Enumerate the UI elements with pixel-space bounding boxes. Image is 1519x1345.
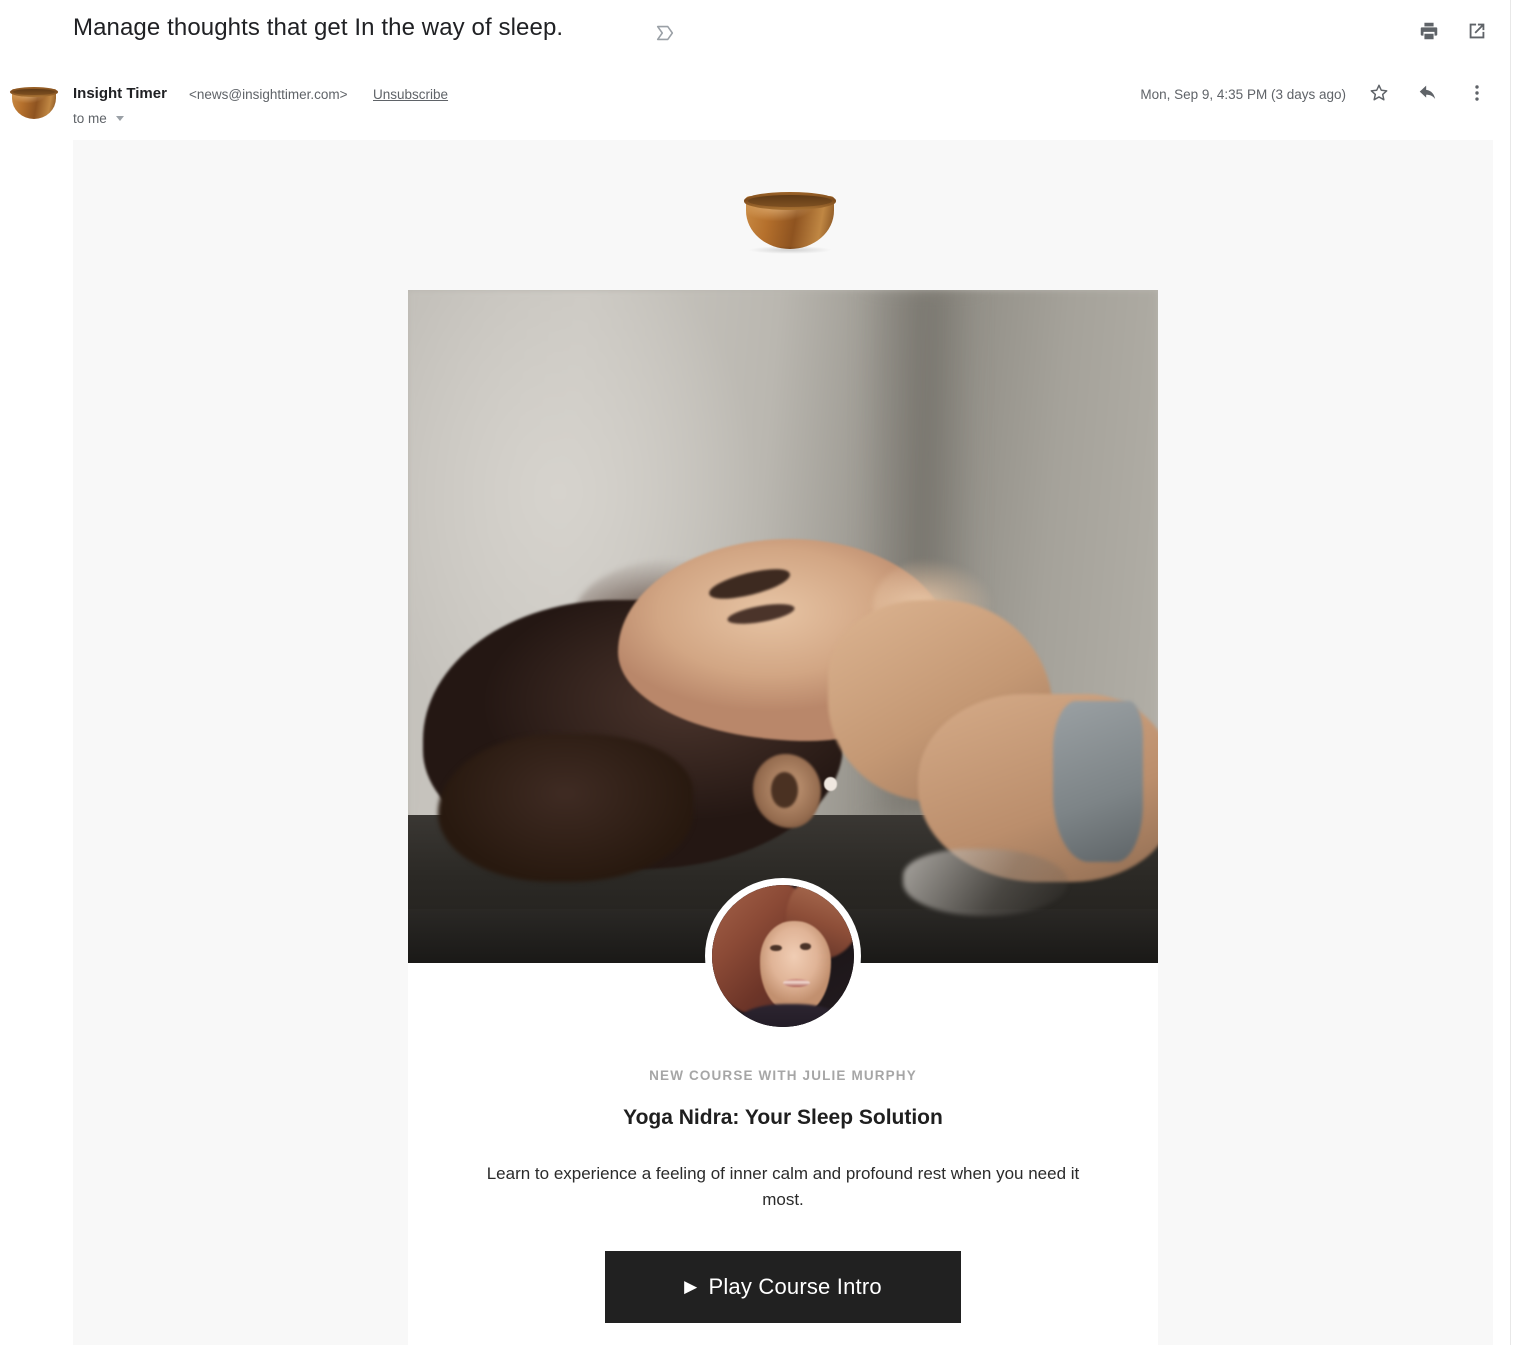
print-icon[interactable] <box>1418 20 1440 42</box>
unsubscribe-link[interactable]: Unsubscribe <box>373 87 448 102</box>
message-actions <box>1368 82 1488 104</box>
gmail-message-view: Manage thoughts that get In the way of s… <box>0 0 1519 1345</box>
singing-bowl-avatar <box>6 82 62 122</box>
sender-row: Insight Timer <news@insighttimer.com> Un… <box>0 72 1510 134</box>
sender-name: Insight Timer <box>73 85 167 102</box>
page-title: Manage thoughts that get In the way of s… <box>73 14 564 41</box>
course-description: Learn to experience a feeling of inner c… <box>486 1164 1080 1209</box>
star-icon[interactable] <box>1368 82 1390 104</box>
chevron-down-icon[interactable] <box>115 116 124 121</box>
panel-divider <box>1510 0 1511 1345</box>
instructor-avatar <box>705 878 861 1034</box>
play-icon: ▶ <box>684 1277 698 1297</box>
course-eyebrow: NEW COURSE WITH JULIE MURPHY <box>649 1068 917 1083</box>
sender-email: <news@insighttimer.com> <box>189 87 348 102</box>
singing-bowl-logo <box>735 183 845 255</box>
cta-container: ▶ Play Course Intro <box>408 1250 1158 1323</box>
play-course-intro-label: Play Course Intro <box>708 1273 882 1299</box>
reply-icon[interactable] <box>1417 82 1439 104</box>
inbox-label-icon <box>656 25 674 41</box>
open-in-new-window-icon[interactable] <box>1466 20 1488 42</box>
recipient-label: to me <box>73 111 107 126</box>
more-options-icon[interactable] <box>1466 82 1488 104</box>
subject-row: Manage thoughts that get In the way of s… <box>0 8 1510 58</box>
course-title: Yoga Nidra: Your Sleep Solution <box>623 1106 943 1129</box>
hero-image <box>408 290 1158 963</box>
recipient-row[interactable]: to me <box>73 111 124 126</box>
message-timestamp: Mon, Sep 9, 4:35 PM (3 days ago) <box>1140 87 1346 102</box>
play-course-intro-button[interactable]: ▶ Play Course Intro <box>605 1250 961 1323</box>
email-body: NEW COURSE WITH JULIE MURPHY Yoga Nidra:… <box>73 140 1493 1345</box>
course-card: NEW COURSE WITH JULIE MURPHY Yoga Nidra:… <box>408 290 1158 1345</box>
header-actions <box>1418 20 1488 42</box>
